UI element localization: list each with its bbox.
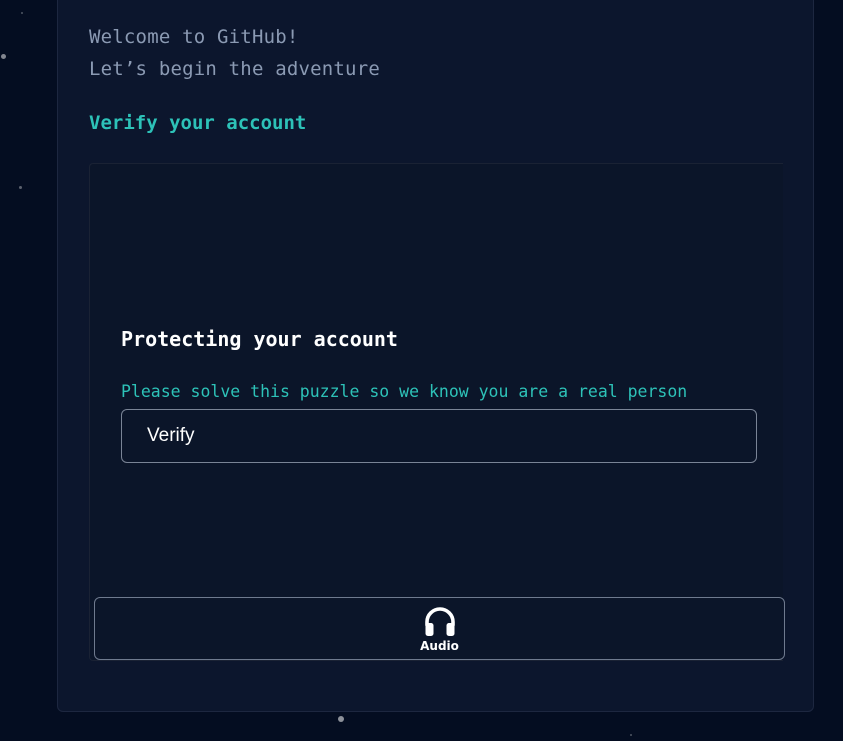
signup-card: Welcome to GitHub! Let’s begin the adven… (57, 0, 814, 712)
headphones-icon (425, 607, 455, 636)
background-star (21, 12, 23, 14)
audio-label: Audio (420, 639, 459, 653)
captcha-description: Please solve this puzzle so we know you … (121, 382, 688, 401)
welcome-text: Welcome to GitHub! Let’s begin the adven… (89, 21, 380, 85)
verify-button[interactable]: Verify (121, 409, 757, 463)
background-star (630, 734, 632, 736)
page-background: Welcome to GitHub! Let’s begin the adven… (0, 0, 843, 741)
background-star (1, 54, 6, 59)
captcha-frame: Protecting your account Please solve thi… (89, 163, 785, 661)
background-star (338, 716, 344, 722)
verify-account-heading: Verify your account (89, 112, 307, 134)
welcome-line-1: Welcome to GitHub! (89, 26, 299, 48)
audio-challenge-button[interactable]: Audio (94, 597, 785, 660)
welcome-line-2: Let’s begin the adventure (89, 58, 380, 80)
background-star (19, 186, 22, 189)
captcha-title: Protecting your account (121, 327, 398, 351)
